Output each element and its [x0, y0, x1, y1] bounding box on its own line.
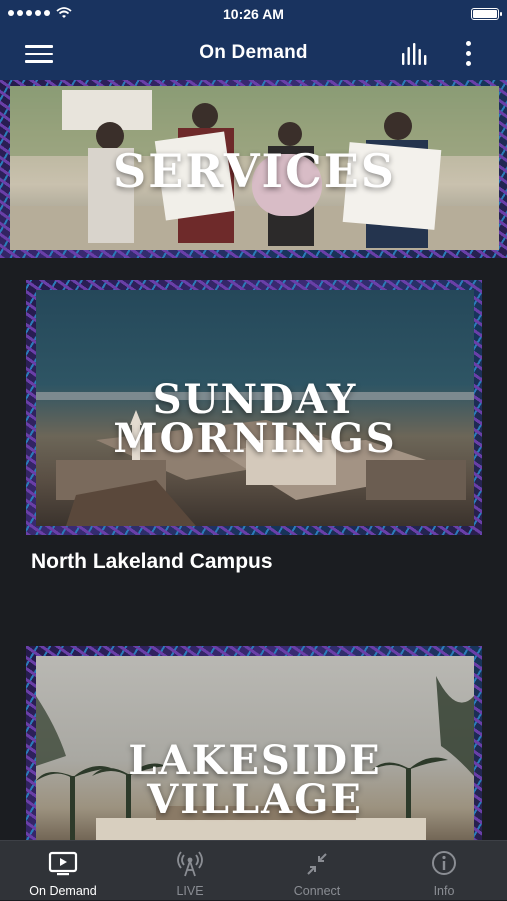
tab-info[interactable]: Info: [381, 841, 507, 901]
lakeside-village-title-line2: VILLAGE: [147, 776, 363, 823]
services-thumbnail: SERVICES: [10, 86, 499, 250]
more-vertical-icon: [465, 41, 471, 46]
sunday-mornings-title-line2: MORNINGS: [113, 415, 397, 462]
top-nav-bar: On Demand: [0, 28, 507, 80]
sunday-mornings-thumbnail: SUNDAY MORNINGS: [36, 290, 474, 526]
tab-label: Info: [433, 884, 455, 898]
status-time: 10:26 AM: [223, 6, 284, 22]
card-caption: North Lakeland Campus: [31, 550, 273, 573]
lakeside-village-card[interactable]: LAKESIDE VILLAGE: [26, 646, 482, 840]
battery-icon: [471, 8, 502, 20]
broadcast-icon: [177, 851, 203, 877]
more-options-button[interactable]: [458, 39, 478, 69]
services-title: SERVICES: [113, 144, 396, 198]
tab-on-demand[interactable]: On Demand: [0, 841, 126, 901]
tab-label: On Demand: [29, 884, 97, 898]
sunday-mornings-card[interactable]: SUNDAY MORNINGS: [26, 280, 482, 535]
media-list[interactable]: SERVICES SUNDAY MORNINGS North Lakeland …: [0, 80, 507, 840]
lakeside-village-title-line1: LAKESIDE: [128, 737, 382, 784]
connect-icon: [307, 853, 327, 875]
status-bar: 10:26 AM: [0, 0, 507, 28]
tab-connect[interactable]: Connect: [254, 841, 380, 901]
equalizer-icon: [402, 43, 427, 65]
services-card[interactable]: SERVICES: [0, 80, 507, 258]
tab-live[interactable]: LIVE: [127, 841, 253, 901]
lakeside-village-thumbnail: LAKESIDE VILLAGE: [36, 656, 474, 840]
page-title: On Demand: [199, 42, 308, 63]
tv-icon: [48, 851, 78, 876]
info-icon: [432, 851, 456, 875]
tab-label: Connect: [293, 884, 341, 898]
bottom-tab-bar: On Demand LIVE Connect Info: [0, 840, 507, 900]
audio-bars-button[interactable]: [400, 41, 430, 67]
sunday-mornings-title-line1: SUNDAY: [152, 376, 358, 423]
tab-label: LIVE: [176, 884, 204, 898]
